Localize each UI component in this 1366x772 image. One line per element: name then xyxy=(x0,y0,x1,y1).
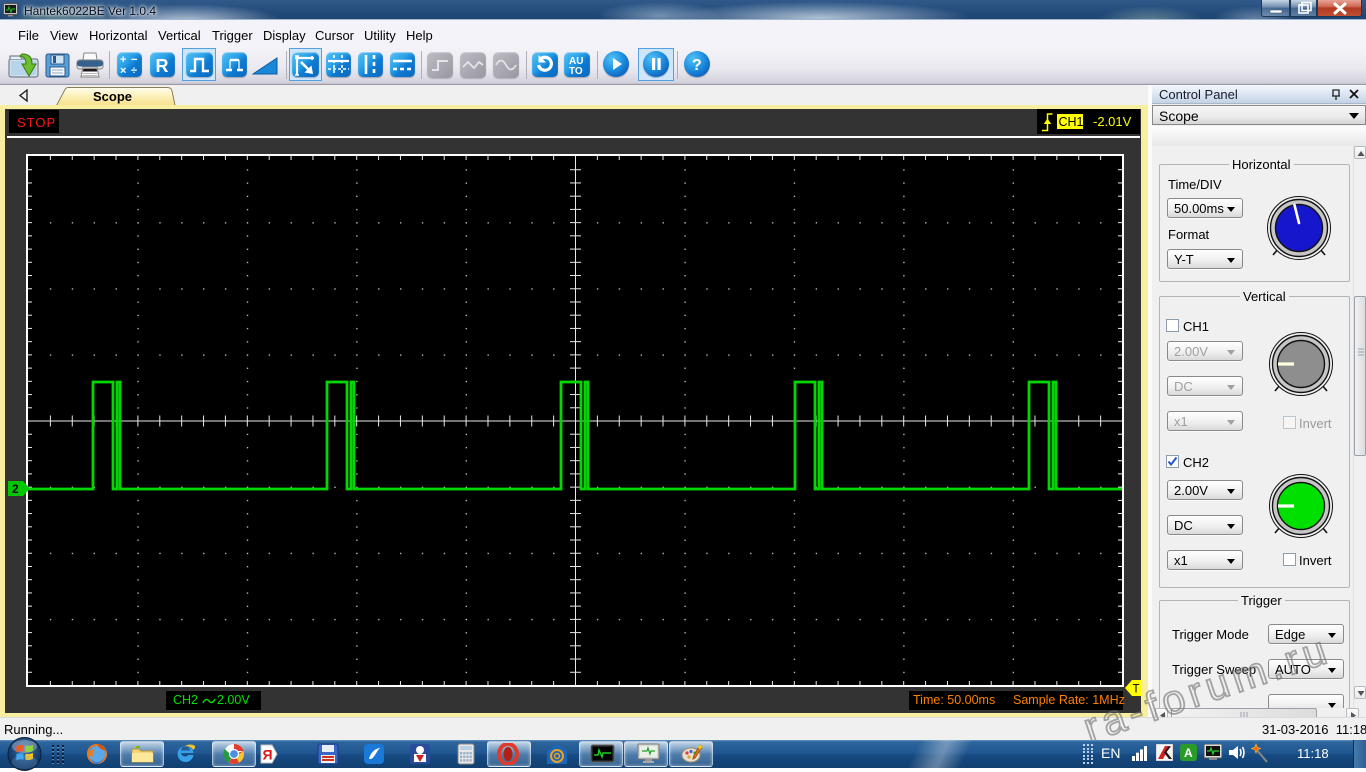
svg-text:÷: ÷ xyxy=(131,65,137,77)
svg-text:?: ? xyxy=(692,57,702,74)
svg-text:×: × xyxy=(120,65,126,77)
svg-text:Я: Я xyxy=(263,747,273,763)
svg-text:TO: TO xyxy=(569,66,583,77)
svg-text:R: R xyxy=(156,56,169,76)
svg-text:T: T xyxy=(1133,684,1140,696)
svg-text:A: A xyxy=(1184,746,1193,760)
svg-text:2: 2 xyxy=(12,482,19,496)
svg-text:-2.01V: -2.01V xyxy=(1093,114,1132,129)
svg-text:CH1: CH1 xyxy=(1059,115,1084,129)
